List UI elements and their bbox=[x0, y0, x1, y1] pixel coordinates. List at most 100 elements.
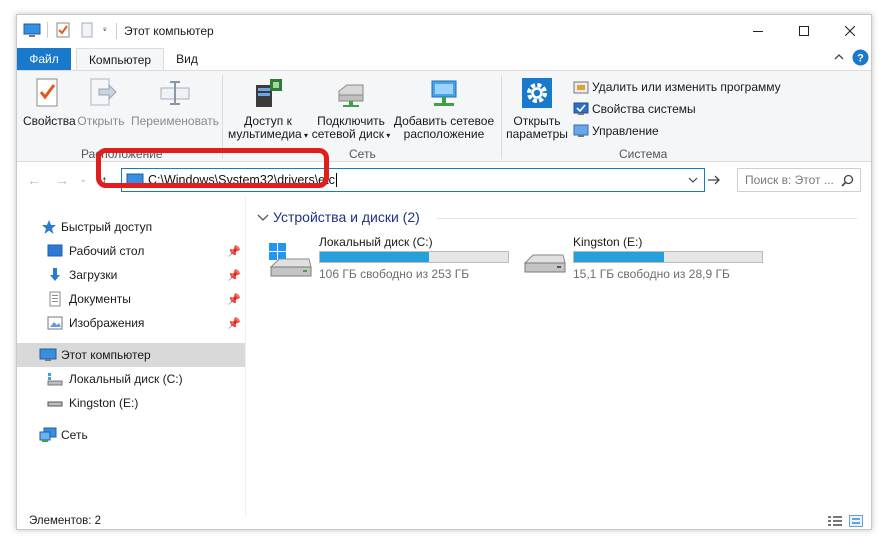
dropdown-arrow-icon: ▾ bbox=[301, 131, 308, 140]
recent-dropdown-icon[interactable]: ⌄ bbox=[79, 174, 87, 185]
up-arrow-icon[interactable]: ↑ bbox=[101, 172, 108, 188]
system-properties-label: Свойства системы bbox=[592, 102, 696, 116]
group-divider bbox=[437, 218, 857, 219]
nav-network[interactable]: Сеть bbox=[17, 423, 245, 447]
nav-network-label: Сеть bbox=[61, 428, 88, 442]
nav-local-disk[interactable]: Локальный диск (C:) bbox=[17, 367, 245, 391]
drive-e-usage-bar bbox=[573, 251, 763, 263]
add-location-label-1: Добавить сетевое bbox=[393, 114, 495, 128]
nav-quick-access[interactable]: Быстрый доступ bbox=[17, 215, 245, 239]
go-arrow-icon[interactable] bbox=[707, 174, 721, 186]
new-folder-qa-icon[interactable] bbox=[78, 21, 96, 39]
group-label-location: Расположение bbox=[81, 147, 163, 161]
text-caret bbox=[335, 173, 337, 187]
maximize-button[interactable] bbox=[781, 15, 827, 46]
drive-c-tile[interactable]: Локальный диск (C:) 106 ГБ свободно из 2… bbox=[267, 233, 517, 283]
uninstall-label: Удалить или изменить программу bbox=[592, 80, 781, 94]
nav-downloads[interactable]: Загрузки 📌 bbox=[17, 263, 245, 287]
ribbon-separator bbox=[501, 75, 502, 159]
system-properties-button[interactable]: Свойства системы bbox=[573, 101, 696, 117]
computer-icon bbox=[39, 348, 57, 361]
ribbon: Свойства Открыть Переименовать Расположе… bbox=[17, 70, 871, 162]
document-icon bbox=[49, 291, 61, 307]
details-view-icon[interactable] bbox=[827, 515, 843, 527]
navigation-pane: Быстрый доступ Рабочий стол 📌 Загрузки 📌… bbox=[17, 205, 245, 515]
nav-documents[interactable]: Документы 📌 bbox=[17, 287, 245, 311]
nav-kingston[interactable]: Kingston (E:) bbox=[17, 391, 245, 415]
back-arrow-icon[interactable]: ← bbox=[27, 172, 41, 188]
media-access-button[interactable]: Доступ к мультимедиа ▾ bbox=[227, 77, 309, 142]
map-drive-label-2: сетевой диск bbox=[311, 127, 384, 141]
svg-text:?: ? bbox=[857, 53, 864, 65]
tab-file[interactable]: Файл bbox=[17, 48, 71, 70]
help-icon[interactable]: ? bbox=[852, 49, 869, 66]
usb-drive-icon bbox=[47, 401, 63, 407]
open-button[interactable]: Открыть bbox=[77, 77, 125, 128]
manage-button[interactable]: Управление bbox=[573, 123, 659, 139]
chevron-down-icon[interactable] bbox=[688, 176, 698, 184]
media-access-label-2: мультимедиа bbox=[228, 127, 302, 141]
nav-pictures[interactable]: Изображения 📌 bbox=[17, 311, 245, 335]
pin-icon[interactable]: 📌 bbox=[227, 269, 241, 282]
nav-documents-label: Документы bbox=[69, 292, 131, 306]
rename-icon bbox=[160, 81, 190, 105]
desktop-icon bbox=[47, 244, 63, 257]
dropdown-arrow-icon: ▾ bbox=[383, 131, 391, 140]
title-bar: Этот компьютер bbox=[17, 15, 871, 46]
open-label: Открыть bbox=[77, 114, 125, 128]
rename-label: Переименовать bbox=[131, 114, 219, 128]
address-bar[interactable]: C:\Windows\System32\drivers\etc bbox=[121, 168, 705, 192]
nav-desktop[interactable]: Рабочий стол 📌 bbox=[17, 239, 245, 263]
pictures-icon bbox=[47, 316, 63, 330]
quick-access-toolbar bbox=[23, 21, 118, 39]
properties-label: Свойства bbox=[23, 114, 76, 128]
pane-divider[interactable] bbox=[245, 197, 246, 517]
search-placeholder: Поиск в: Этот ... bbox=[745, 173, 834, 187]
ribbon-tabs: Файл Компьютер Вид ? bbox=[17, 46, 871, 70]
minimize-button[interactable] bbox=[735, 15, 781, 46]
chevron-up-icon[interactable] bbox=[833, 50, 845, 64]
open-settings-label-1: Открыть bbox=[513, 114, 561, 128]
close-icon bbox=[845, 25, 855, 36]
open-settings-button[interactable]: Открыть параметры bbox=[505, 77, 569, 141]
map-network-drive-button[interactable]: Подключить сетевой диск ▾ bbox=[311, 77, 391, 142]
this-pc-icon bbox=[126, 173, 144, 186]
window-title: Этот компьютер bbox=[124, 24, 214, 38]
uninstall-program-button[interactable]: Удалить или изменить программу bbox=[573, 79, 781, 95]
devices-group-header[interactable]: Устройства и диски (2) bbox=[257, 209, 420, 225]
tab-computer[interactable]: Компьютер bbox=[76, 48, 164, 70]
nav-this-pc-label: Этот компьютер bbox=[61, 348, 151, 362]
properties-qa-icon[interactable] bbox=[54, 21, 72, 39]
map-drive-label-1: Подключить bbox=[317, 114, 385, 128]
maximize-icon bbox=[799, 25, 809, 36]
pin-icon[interactable]: 📌 bbox=[227, 293, 241, 306]
media-server-icon bbox=[256, 79, 282, 107]
tab-view[interactable]: Вид bbox=[165, 48, 209, 70]
network-location-icon bbox=[431, 80, 457, 106]
system-properties-icon bbox=[573, 102, 589, 115]
network-drive-icon bbox=[338, 84, 364, 107]
rename-button[interactable]: Переименовать bbox=[129, 77, 221, 128]
nav-downloads-label: Загрузки bbox=[69, 268, 118, 282]
tiles-view-icon[interactable] bbox=[849, 515, 863, 527]
usb-drive-icon bbox=[523, 254, 566, 273]
qa-dropdown-icon[interactable] bbox=[102, 21, 112, 39]
pin-icon[interactable]: 📌 bbox=[227, 245, 241, 258]
nav-local-disk-label: Локальный диск (C:) bbox=[69, 372, 183, 386]
address-path[interactable]: C:\Windows\System32\drivers\etc bbox=[148, 173, 335, 187]
chevron-down-icon bbox=[257, 214, 269, 221]
search-box[interactable]: Поиск в: Этот ... bbox=[737, 168, 861, 192]
properties-button[interactable]: Свойства bbox=[23, 77, 76, 128]
close-button[interactable] bbox=[827, 15, 871, 46]
devices-group-title: Устройства и диски (2) bbox=[273, 209, 420, 225]
forward-arrow-icon[interactable]: → bbox=[55, 172, 69, 188]
manage-label: Управление bbox=[592, 124, 659, 138]
add-network-location-button[interactable]: Добавить сетевое расположение bbox=[393, 77, 495, 141]
download-icon bbox=[50, 268, 60, 281]
nav-this-pc[interactable]: Этот компьютер bbox=[17, 343, 245, 367]
search-icon[interactable] bbox=[841, 174, 854, 187]
explorer-window: Этот компьютер Файл Компьютер Вид ? Свой… bbox=[16, 14, 872, 530]
pin-icon[interactable]: 📌 bbox=[227, 317, 241, 330]
drive-c-name: Локальный диск (C:) bbox=[319, 235, 433, 249]
drive-e-tile[interactable]: Kingston (E:) 15,1 ГБ свободно из 28,9 Г… bbox=[521, 233, 771, 283]
